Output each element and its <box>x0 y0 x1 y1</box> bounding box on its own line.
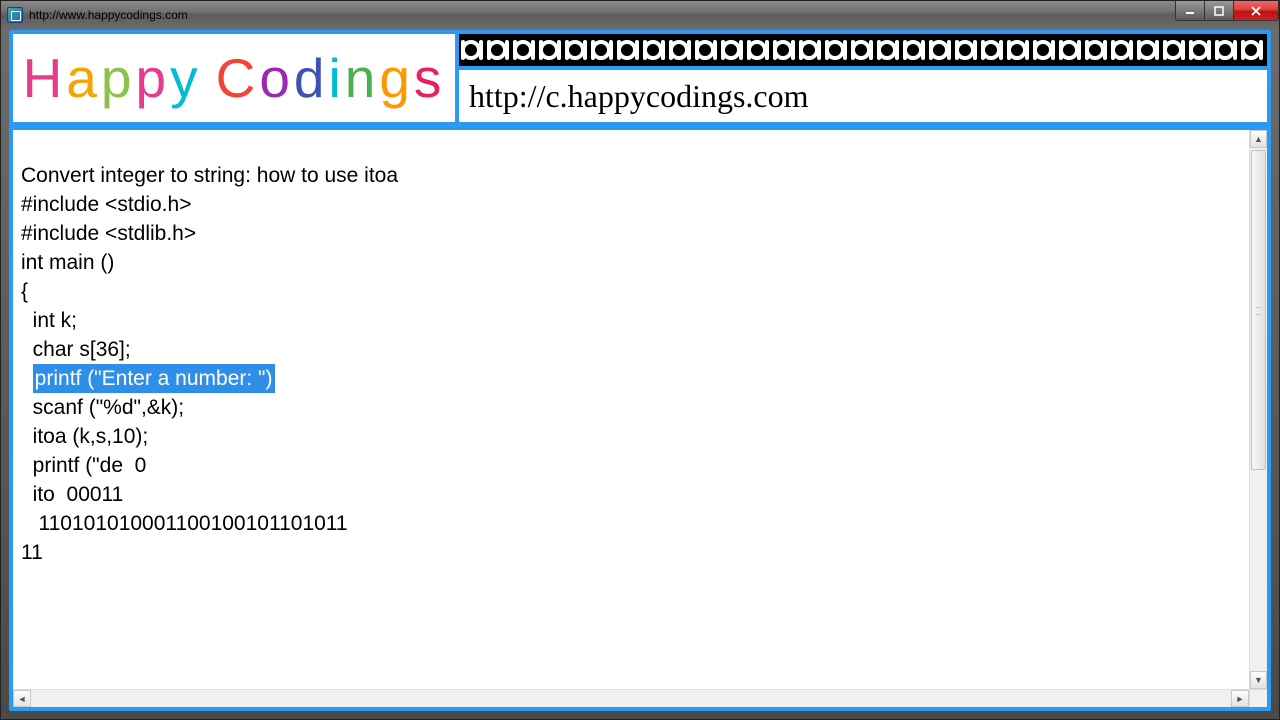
code-line: printf ("de 0 <box>21 451 1245 480</box>
logo-letter: a <box>66 47 101 109</box>
logo-letter: o <box>259 47 294 109</box>
titlebar[interactable]: http://www.happycodings.com <box>1 1 1279 28</box>
logo-text: HappyCodings <box>23 46 446 110</box>
logo-letter: C <box>216 47 260 109</box>
minimize-button[interactable] <box>1175 1 1205 21</box>
code-line: itoa (k,s,10); <box>21 422 1245 451</box>
code-line: 11 <box>21 538 1245 567</box>
window-controls <box>1176 1 1279 21</box>
code-line: #include <stdio.h> <box>21 190 1245 219</box>
app-window: http://www.happycodings.com HappyCodings <box>0 0 1280 720</box>
horizontal-scrollbar[interactable]: ◄ ► <box>13 689 1249 707</box>
app-frame: HappyCodings <box>9 30 1271 711</box>
scroll-corner <box>1249 689 1267 707</box>
logo-letter: p <box>135 47 170 109</box>
logo-letter: H <box>23 47 67 109</box>
content-panel: Convert integer to string: how to use it… <box>13 130 1267 707</box>
logo-letter: p <box>101 47 136 109</box>
header-row: HappyCodings <box>13 34 1267 122</box>
maximize-icon <box>1214 6 1224 16</box>
logo-letter: s <box>414 47 446 109</box>
url-text: http://c.happycodings.com <box>469 78 809 115</box>
logo-letter: g <box>379 47 414 109</box>
code-line: { <box>21 277 1245 306</box>
maximize-button[interactable] <box>1204 1 1234 21</box>
code-line: char s[36]; <box>21 335 1245 364</box>
logo-letter: d <box>294 47 329 109</box>
favicon-icon <box>7 7 23 23</box>
code-line: int main () <box>21 248 1245 277</box>
code-line: ito 00011 <box>21 480 1245 509</box>
binary-strip <box>459 34 1267 66</box>
logo-panel: HappyCodings <box>13 34 455 122</box>
code-area[interactable]: Convert integer to string: how to use it… <box>21 132 1245 689</box>
code-line-highlight: printf ("Enter a number: ") <box>21 364 1245 393</box>
scroll-left-button[interactable]: ◄ <box>13 690 31 707</box>
close-button[interactable] <box>1233 1 1279 21</box>
binary-pattern-icon <box>459 34 1267 66</box>
window-title: http://www.happycodings.com <box>29 8 188 22</box>
header-right: http://c.happycodings.com <box>459 34 1267 122</box>
scroll-thumb[interactable] <box>1251 150 1266 470</box>
code-line: #include <stdlib.h> <box>21 219 1245 248</box>
vertical-scrollbar[interactable]: ▲ ▼ <box>1249 130 1267 689</box>
scroll-up-button[interactable]: ▲ <box>1250 130 1267 148</box>
minimize-icon <box>1185 6 1195 16</box>
url-panel: http://c.happycodings.com <box>459 70 1267 122</box>
scroll-down-button[interactable]: ▼ <box>1250 671 1267 689</box>
code-line: scanf ("%d",&k); <box>21 393 1245 422</box>
content-wrap: Convert integer to string: how to use it… <box>13 126 1267 707</box>
scroll-right-button[interactable]: ► <box>1231 690 1249 707</box>
code-line: 110101010001100100101101011 <box>21 509 1245 538</box>
logo-letter: i <box>329 47 345 109</box>
selected-text: printf ("Enter a number: ") <box>33 364 275 393</box>
code-title: Convert integer to string: how to use it… <box>21 161 1245 190</box>
logo-letter: y <box>170 47 202 109</box>
logo-letter: n <box>345 47 380 109</box>
close-icon <box>1250 6 1262 16</box>
code-line: int k; <box>21 306 1245 335</box>
